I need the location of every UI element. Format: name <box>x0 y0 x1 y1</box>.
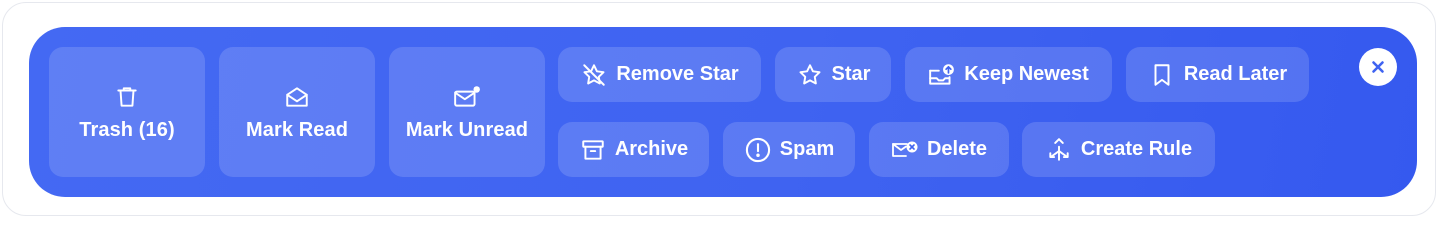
keep-newest-label: Keep Newest <box>964 63 1089 85</box>
read-later-button[interactable]: Read Later <box>1126 47 1309 102</box>
keep-newest-button[interactable]: Keep Newest <box>905 47 1112 102</box>
inbox-upload-icon <box>928 61 956 89</box>
mark-unread-button[interactable]: Mark Unread <box>389 47 545 177</box>
trash-label: Trash (16) <box>79 118 175 141</box>
remove-star-button[interactable]: Remove Star <box>558 47 761 102</box>
spam-label: Spam <box>779 138 835 160</box>
delete-button[interactable]: Delete <box>869 122 1009 177</box>
split-arrows-icon <box>1045 136 1073 164</box>
remove-star-label: Remove Star <box>616 63 739 85</box>
read-later-label: Read Later <box>1183 63 1288 85</box>
star-icon <box>796 61 824 89</box>
trash-button[interactable]: Trash (16) <box>49 47 205 177</box>
create-rule-label: Create Rule <box>1080 138 1193 160</box>
delete-label: Delete <box>926 138 988 160</box>
close-button[interactable] <box>1359 48 1397 86</box>
star-label: Star <box>831 63 871 85</box>
mark-unread-label: Mark Unread <box>405 118 529 141</box>
bulk-actions-bar: Trash (16) Mark Read Mark Unread Remove … <box>29 27 1417 197</box>
create-rule-button[interactable]: Create Rule <box>1022 122 1215 177</box>
trash-icon <box>113 83 141 111</box>
envelope-open-icon <box>283 83 311 111</box>
archive-box-icon <box>579 136 607 164</box>
archive-button[interactable]: Archive <box>558 122 709 177</box>
bookmark-icon <box>1148 61 1176 89</box>
bulk-actions-container: Trash (16) Mark Read Mark Unread Remove … <box>2 2 1436 216</box>
mark-read-label: Mark Read <box>245 118 349 141</box>
mark-read-button[interactable]: Mark Read <box>219 47 375 177</box>
close-icon <box>1370 59 1386 75</box>
star-off-icon <box>580 61 608 89</box>
spam-button[interactable]: Spam <box>723 122 855 177</box>
envelope-unread-icon <box>453 83 481 111</box>
archive-label: Archive <box>614 138 689 160</box>
alert-circle-icon <box>744 136 772 164</box>
star-button[interactable]: Star <box>775 47 891 102</box>
mail-delete-icon <box>891 136 919 164</box>
